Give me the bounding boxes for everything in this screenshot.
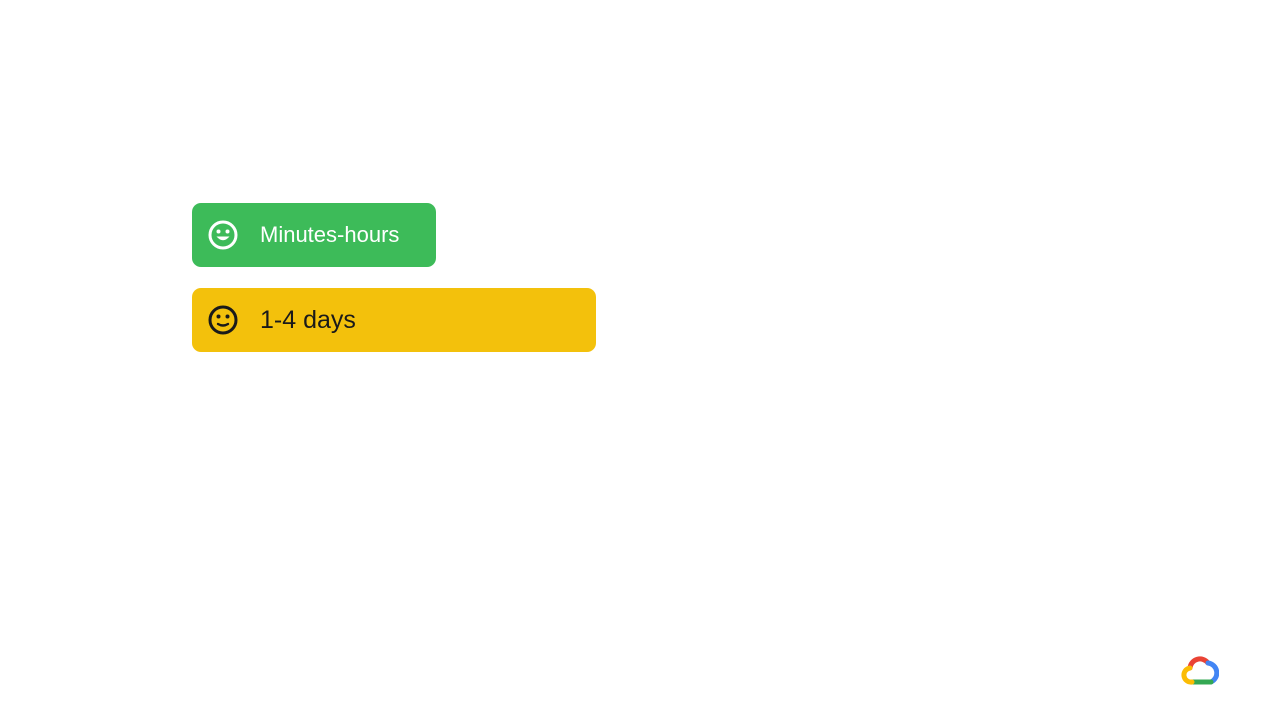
speed-bar-minutes-hours: Minutes-hours: [192, 203, 436, 267]
speed-label: 1-4 days: [260, 306, 356, 334]
speed-label: Minutes-hours: [260, 222, 400, 247]
google-cloud-logo: [1181, 656, 1219, 685]
smiling-face-icon: [208, 220, 238, 250]
speed-bar-1-4-days: 1-4 days: [192, 288, 596, 352]
slide: Minutes-hours 1-4 days: [0, 0, 1280, 720]
neutral-face-icon: [208, 305, 238, 335]
